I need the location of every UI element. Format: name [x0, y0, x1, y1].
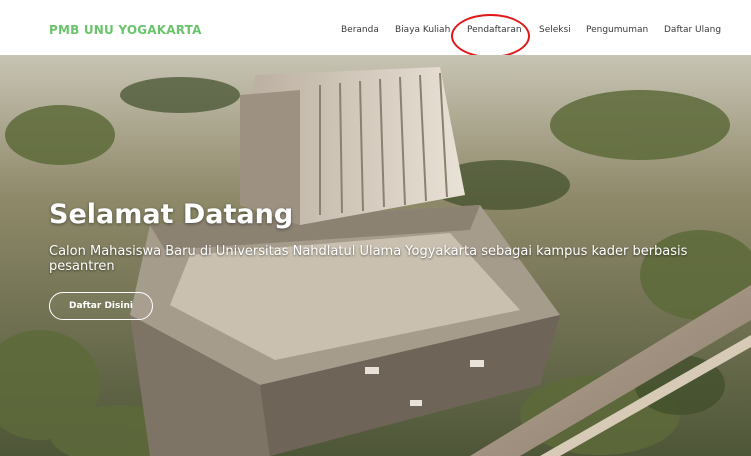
hero-subtitle: Calon Mahasiswa Baru di Universitas Nahd…: [49, 244, 688, 274]
nav-item-beranda[interactable]: Beranda: [341, 25, 379, 35]
nav-item-daftar-ulang[interactable]: Daftar Ulang: [664, 25, 721, 35]
site-header: PMB UNU YOGAKARTA Beranda Biaya Kuliah P…: [0, 0, 751, 58]
hero-title: Selamat Datang: [49, 199, 294, 230]
nav-item-pengumuman[interactable]: Pengumuman: [586, 25, 648, 35]
nav-item-pendaftaran[interactable]: Pendaftaran: [467, 25, 522, 35]
nav-item-seleksi[interactable]: Seleksi: [539, 25, 571, 35]
nav-item-biaya-kuliah[interactable]: Biaya Kuliah: [395, 25, 450, 35]
hero-banner: Selamat Datang Calon Mahasiswa Baru di U…: [0, 55, 751, 456]
daftar-disini-button[interactable]: Daftar Disini: [49, 292, 153, 320]
main-nav: Beranda Biaya Kuliah Pendaftaran Seleksi…: [0, 25, 751, 39]
